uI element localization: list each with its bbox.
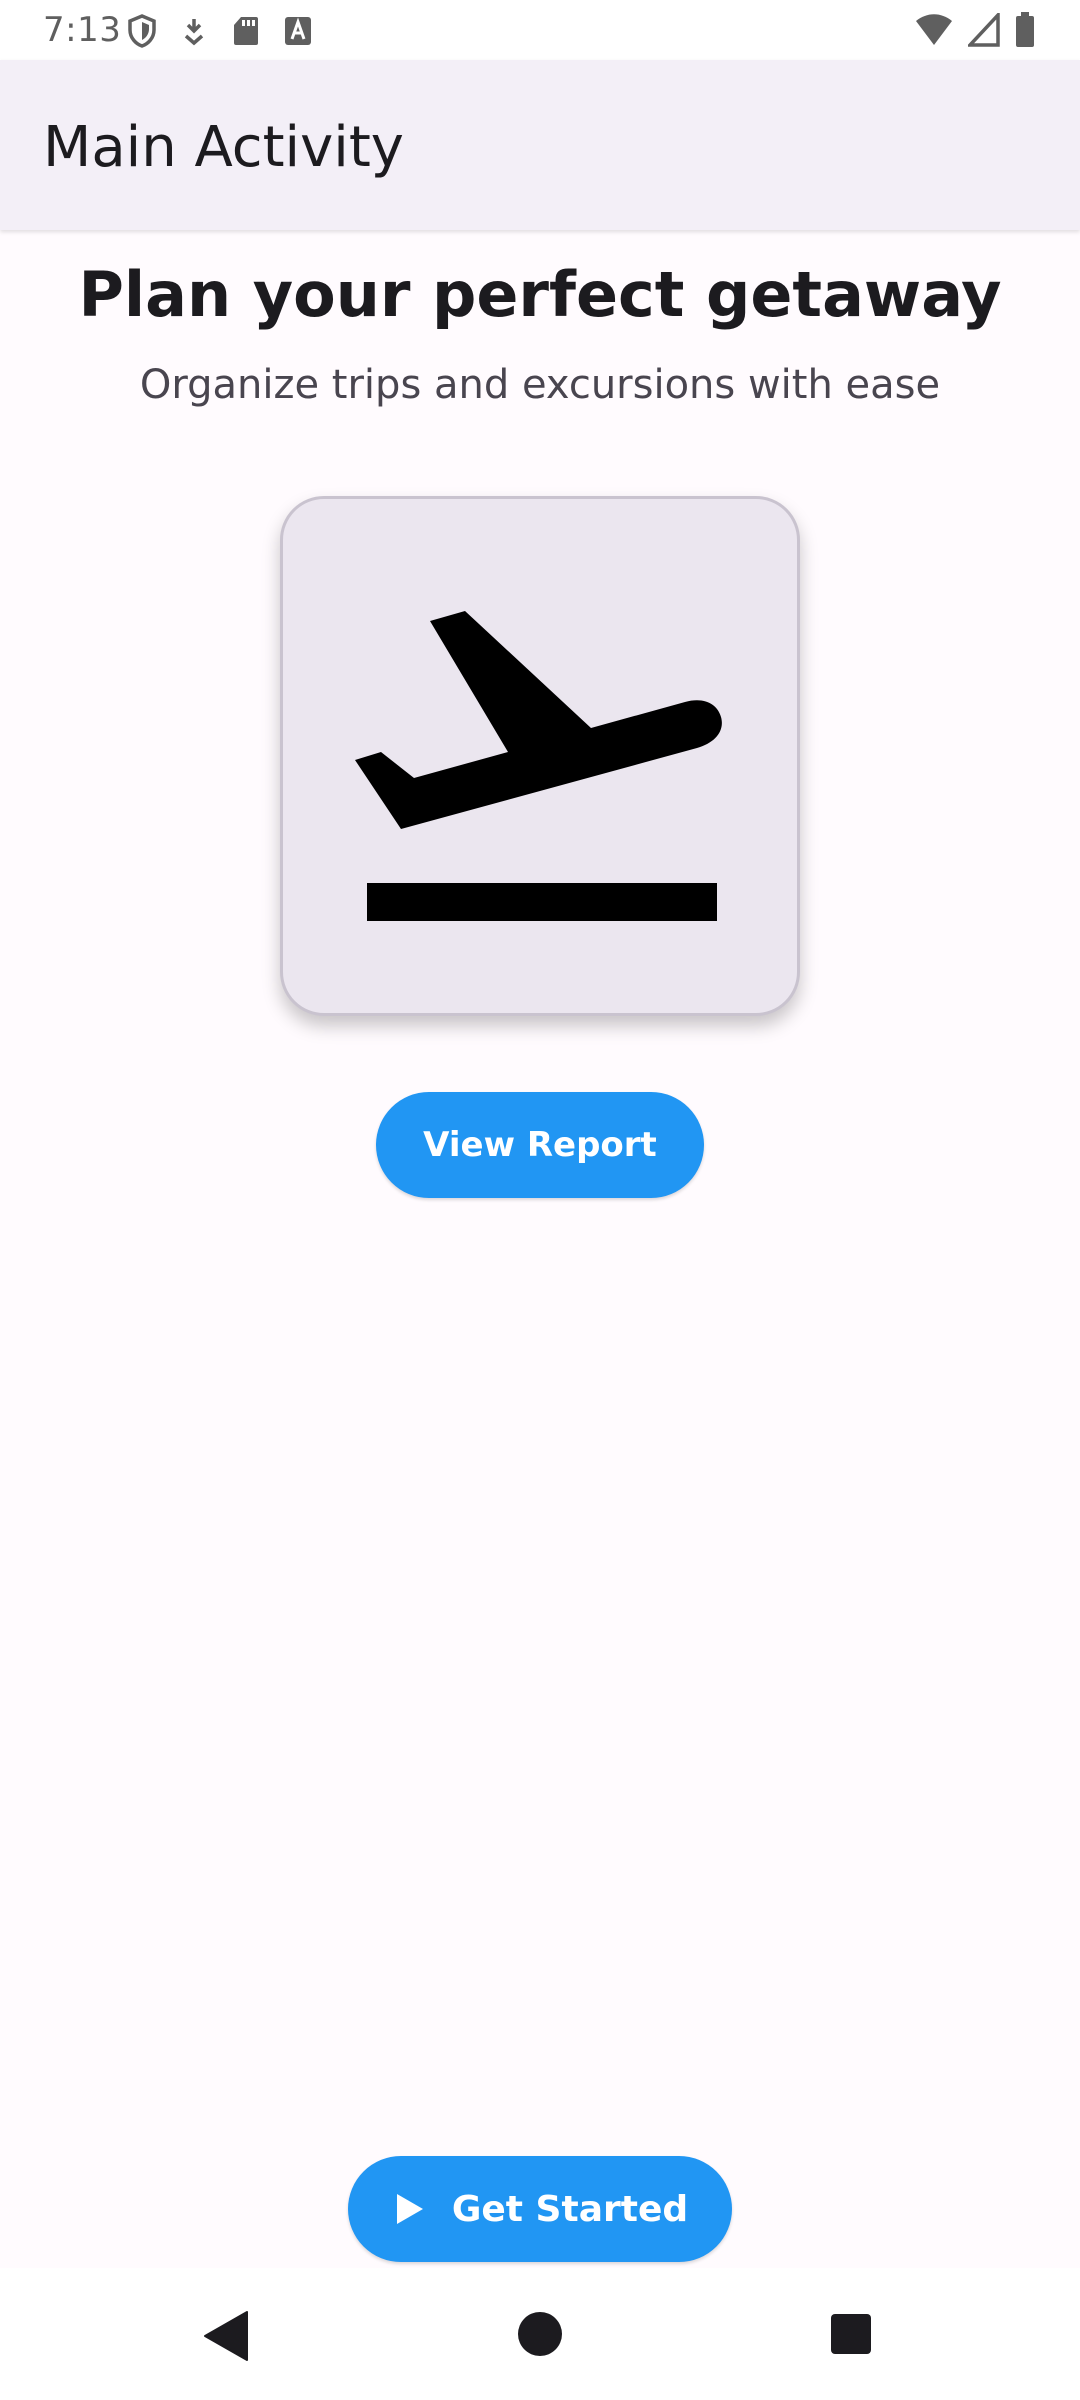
battery-icon [1014, 12, 1036, 52]
wifi-icon [914, 13, 954, 51]
flight-takeoff-icon [355, 611, 722, 921]
app-bar: Main Activity [0, 60, 1080, 230]
status-bar: 7:13 [0, 0, 1080, 60]
status-time: 7:13 [43, 10, 122, 50]
view-report-button[interactable]: View Report [376, 1092, 704, 1198]
sd-card-icon [230, 14, 262, 48]
app-title: Main Activity [43, 115, 404, 180]
home-icon[interactable] [516, 2310, 564, 2362]
get-started-button[interactable]: Get Started [348, 2156, 732, 2262]
font-a-icon [282, 14, 314, 48]
cellular-signal-icon [965, 10, 1000, 51]
hero-image-card [280, 496, 800, 1016]
page-headline: Plan your perfect getaway [78, 258, 1002, 331]
recents-icon[interactable] [829, 2312, 873, 2360]
play-icon [392, 2192, 426, 2226]
page-subheadline: Organize trips and excursions with ease [139, 362, 941, 408]
shield-icon [126, 14, 158, 48]
view-report-label: View Report [423, 1125, 657, 1165]
system-nav-bar [0, 2268, 1080, 2400]
status-icons-left [126, 14, 314, 48]
download-icon [178, 14, 210, 48]
get-started-label: Get Started [451, 2188, 689, 2230]
back-icon[interactable] [203, 2310, 249, 2366]
status-icons-right [914, 10, 1036, 52]
